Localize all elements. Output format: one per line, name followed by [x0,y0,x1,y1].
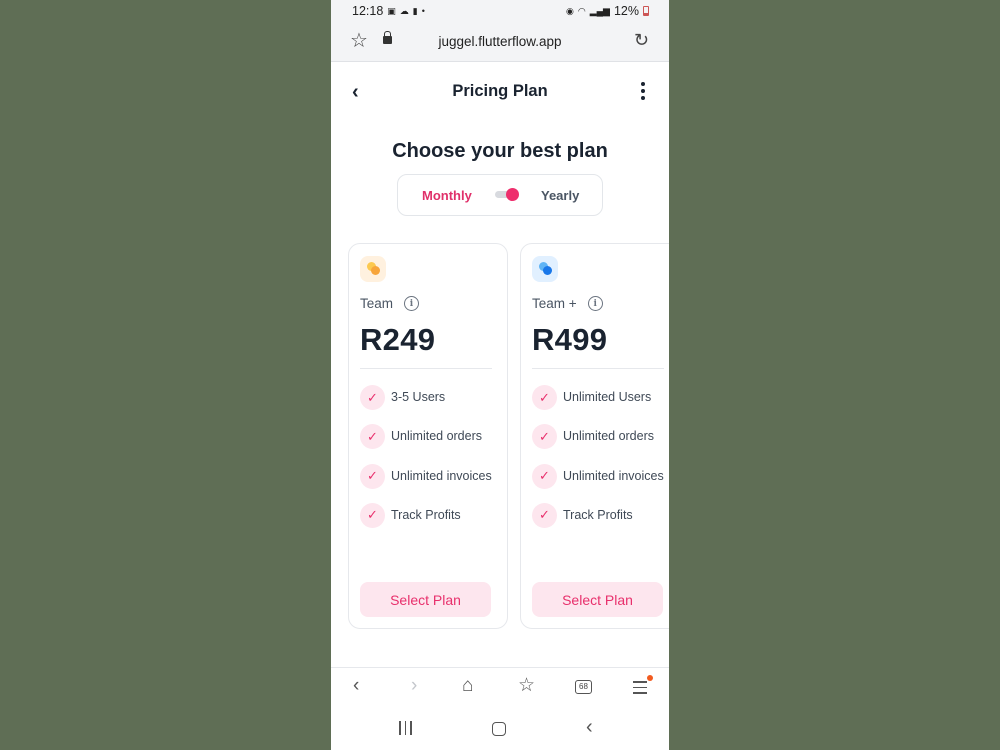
system-home-icon[interactable] [492,722,506,736]
browser-back-icon[interactable]: ‹ [353,676,359,695]
tabs-icon[interactable]: 68 [575,680,592,694]
check-icon: ✓ [532,502,557,528]
select-plan-button[interactable]: Select Plan [360,582,491,617]
feature-item: ✓ Unlimited orders [360,424,492,463]
divider [532,368,664,369]
plan-name: Team i [360,296,420,311]
browser-url-bar: ☆ juggel.flutterflow.app ↻ [331,22,669,62]
feature-label: Unlimited orders [563,429,655,444]
feature-item: ✓ Track Profits [532,502,664,542]
feature-label: 3-5 Users [391,390,446,404]
battery-percent: 12% [613,4,639,18]
system-nav-bar: ‹ [331,709,669,750]
feature-label: Unlimited invoices [563,468,664,483]
plan-blue-icon [532,256,558,282]
wifi-icon: ◠ [577,5,586,16]
menu-icon[interactable] [633,681,647,698]
feature-item: ✓ Unlimited invoices [532,463,664,503]
plan-orange-icon [360,256,386,282]
recents-icon[interactable] [399,721,412,735]
more-options-icon[interactable] [641,82,645,100]
dot-icon: • [421,6,425,16]
feature-item: ✓ 3-5 Users [360,385,492,424]
plan-name: Team + i [532,296,603,311]
info-icon[interactable]: i [404,296,420,311]
bookmarks-icon[interactable]: ☆ [518,676,535,695]
notification-dot [647,675,653,681]
plan-heading: Choose your best plan [392,140,608,162]
check-icon: ✓ [360,385,385,410]
check-icon: ✓ [532,463,557,489]
feature-item: ✓ Unlimited orders [532,424,664,463]
plan-name-label: Team + [532,296,577,311]
feature-label: Unlimited Users [563,390,652,404]
feature-label: Track Profits [391,507,461,522]
browser-forward-icon[interactable]: › [411,676,417,695]
feature-list: ✓ Unlimited Users ✓ Unlimited orders ✓ Unli… [532,385,664,542]
feature-item: ✓ Track Profits [360,502,492,542]
status-time: 12:18 [352,4,384,18]
url-field[interactable]: juggel.flutterflow.app [331,34,669,49]
divider [360,368,492,369]
plan-card-team: Team i R249 ✓ 3-5 Users ✓ Unlimited orders… [348,243,508,629]
page-title: Pricing Plan [452,82,548,100]
billing-toggle: Monthly Yearly [397,174,603,216]
signal-icon: ▂▄▆ [589,5,610,16]
plan-name-label: Team [360,296,394,311]
alarm-icon: ◉ [566,5,574,16]
info-icon[interactable]: i [587,296,603,311]
check-icon: ✓ [532,385,557,410]
check-icon: ✓ [360,424,385,450]
plan-price: R499 [532,322,608,357]
billing-switch[interactable] [495,188,520,201]
feature-list: ✓ 3-5 Users ✓ Unlimited orders ✓ Unlimited … [360,385,492,542]
lock-icon: ▮ [412,5,418,16]
system-back-icon[interactable]: ‹ [586,717,593,737]
cloud-icon: ☁ [399,5,409,16]
check-icon: ✓ [360,463,385,489]
check-icon: ✓ [532,424,557,450]
plan-price: R249 [360,322,436,357]
feature-item: ✓ Unlimited invoices [360,463,492,503]
feature-label: Unlimited orders [391,429,483,444]
home-icon[interactable]: ⌂ [462,676,473,695]
feature-item: ✓ Unlimited Users [532,385,664,424]
monthly-option[interactable]: Monthly [422,188,472,203]
plan-card-team-plus: Team + i R499 ✓ Unlimited Users ✓ Unlimite… [520,243,669,629]
status-bar: 12:18 ▣ ☁ ▮ • ◉ ◠ ▂▄▆ 12% [331,0,669,22]
phone-screen: 12:18 ▣ ☁ ▮ • ◉ ◠ ▂▄▆ 12% ☆ juggel.flutt… [331,0,669,750]
battery-icon [643,6,649,16]
feature-label: Track Profits [563,507,633,522]
feature-label: Unlimited invoices [391,468,492,483]
check-icon: ✓ [360,502,385,528]
yearly-option[interactable]: Yearly [541,188,579,203]
select-plan-button[interactable]: Select Plan [532,582,663,617]
reload-icon[interactable]: ↻ [634,31,649,49]
browser-bottom-nav: ‹ › ⌂ ☆ 68 [331,667,669,709]
app-header: ‹ Pricing Plan [331,62,669,122]
image-icon: ▣ [387,5,396,16]
